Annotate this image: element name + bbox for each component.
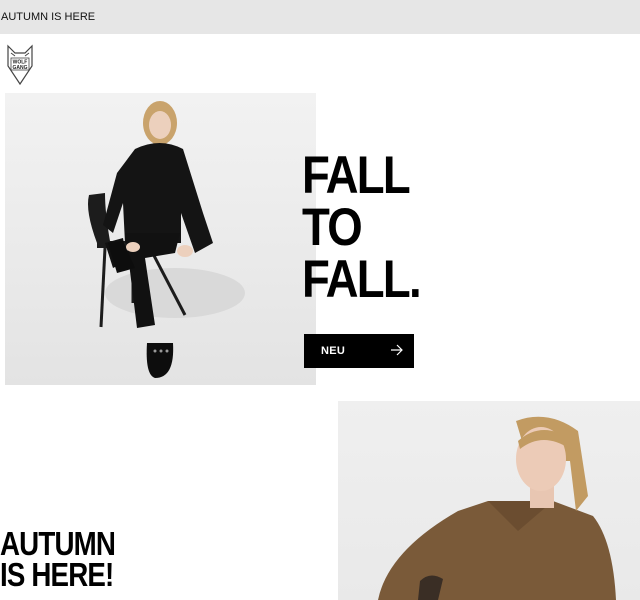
headline-line-3: FALL. [302, 250, 422, 309]
neu-button-label: NEU [321, 345, 346, 357]
second-image-model-portrait [338, 401, 640, 600]
wolf-head-icon: WOLF GANG [7, 44, 33, 86]
section-title: AUTUMN IS HERE! [0, 525, 116, 593]
section-title-line-2: IS HERE! [0, 556, 114, 593]
announcement-bar: AUTUMN IS HERE [0, 0, 640, 34]
hero-image-model-seated [5, 93, 316, 385]
section-title-line-1: AUTUMN [0, 525, 116, 562]
neu-button[interactable]: NEU [304, 334, 414, 368]
announcement-text: AUTUMN IS HERE [1, 11, 96, 23]
logo-line-2: GANG [13, 65, 28, 71]
arrow-right-icon [391, 344, 403, 356]
wolf-gang-logo[interactable]: WOLF GANG [5, 44, 35, 86]
headline-line-2: TO [302, 198, 363, 257]
headline-line-1: FALL [302, 146, 411, 205]
hero-headline: FALL TO FALL. [302, 146, 422, 309]
